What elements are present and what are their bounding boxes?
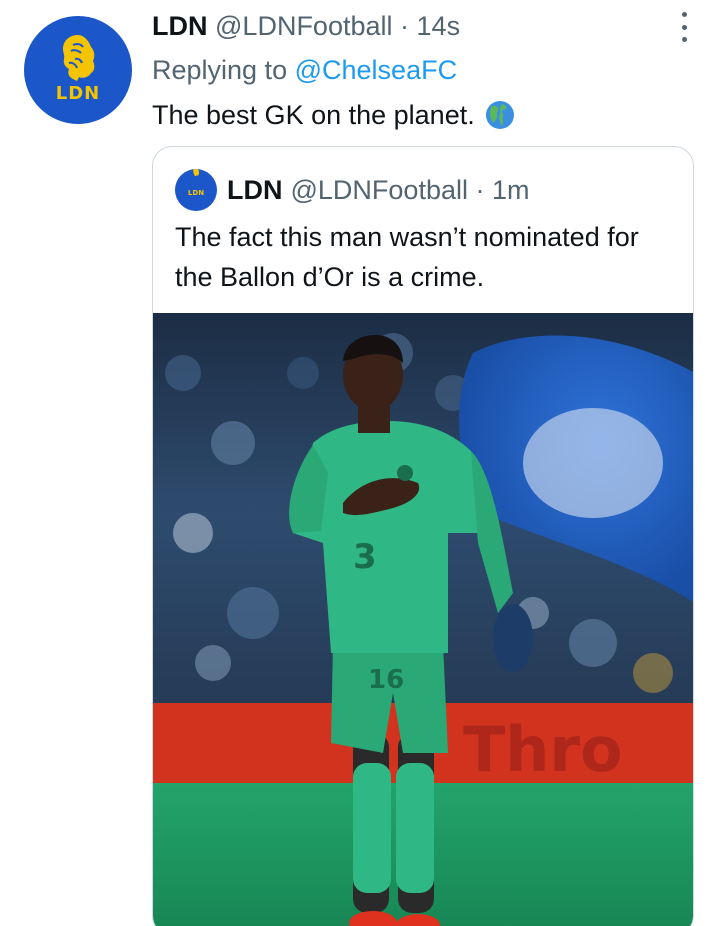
quoted-author-name[interactable]: LDN <box>227 172 283 208</box>
quoted-text: The fact this man wasn’t nominated for t… <box>175 222 639 292</box>
lion-logo-icon <box>63 34 95 81</box>
quoted-header: LDN LDN @LDNFootball · 1m <box>175 169 530 211</box>
replying-to-link[interactable]: @ChelseaFC <box>295 55 457 85</box>
quoted-photo[interactable]: Thro 16 3 <box>153 313 693 926</box>
author-avatar[interactable]: LDN <box>24 16 132 124</box>
board-text: Thro <box>463 713 623 786</box>
more-dot <box>681 37 687 42</box>
replying-to-label: Replying to <box>152 55 288 85</box>
author-name[interactable]: LDN <box>152 11 208 41</box>
quoted-avatar-logo-text: LDN <box>187 189 205 197</box>
more-dot <box>681 24 687 30</box>
flag-crest <box>523 408 663 518</box>
replying-to-line: Replying to @ChelseaFC <box>152 52 457 88</box>
quoted-author-avatar[interactable]: LDN <box>175 169 217 211</box>
tweet[interactable]: LDN LDN @LDNFootball · 14s Replying to @… <box>0 0 720 926</box>
more-options-icon[interactable] <box>678 12 690 42</box>
quoted-tweet[interactable]: LDN LDN @LDNFootball · 1m The fact this … <box>152 146 694 926</box>
author-handle[interactable]: @LDNFootball <box>215 11 392 41</box>
quoted-header-separator: · <box>475 175 485 205</box>
tweet-header: LDN @LDNFootball · 14s <box>152 8 460 44</box>
tweet-text: The best GK on the planet. <box>152 96 515 134</box>
quoted-timestamp[interactable]: 1m <box>492 172 530 208</box>
svg-text:3: 3 <box>353 537 377 577</box>
more-dot <box>681 12 687 17</box>
avatar-logo-text: LDN <box>55 82 101 104</box>
quoted-author-handle[interactable]: @LDNFootball <box>291 172 468 208</box>
goalkeeper-photo: Thro 16 3 <box>153 313 693 926</box>
tweet-body: The best GK on the planet. <box>152 100 475 130</box>
globe-americas-icon <box>485 101 514 129</box>
tweet-timestamp[interactable]: 14s <box>417 11 461 41</box>
shirt-number: 16 <box>368 665 404 695</box>
header-separator: · <box>400 11 410 41</box>
